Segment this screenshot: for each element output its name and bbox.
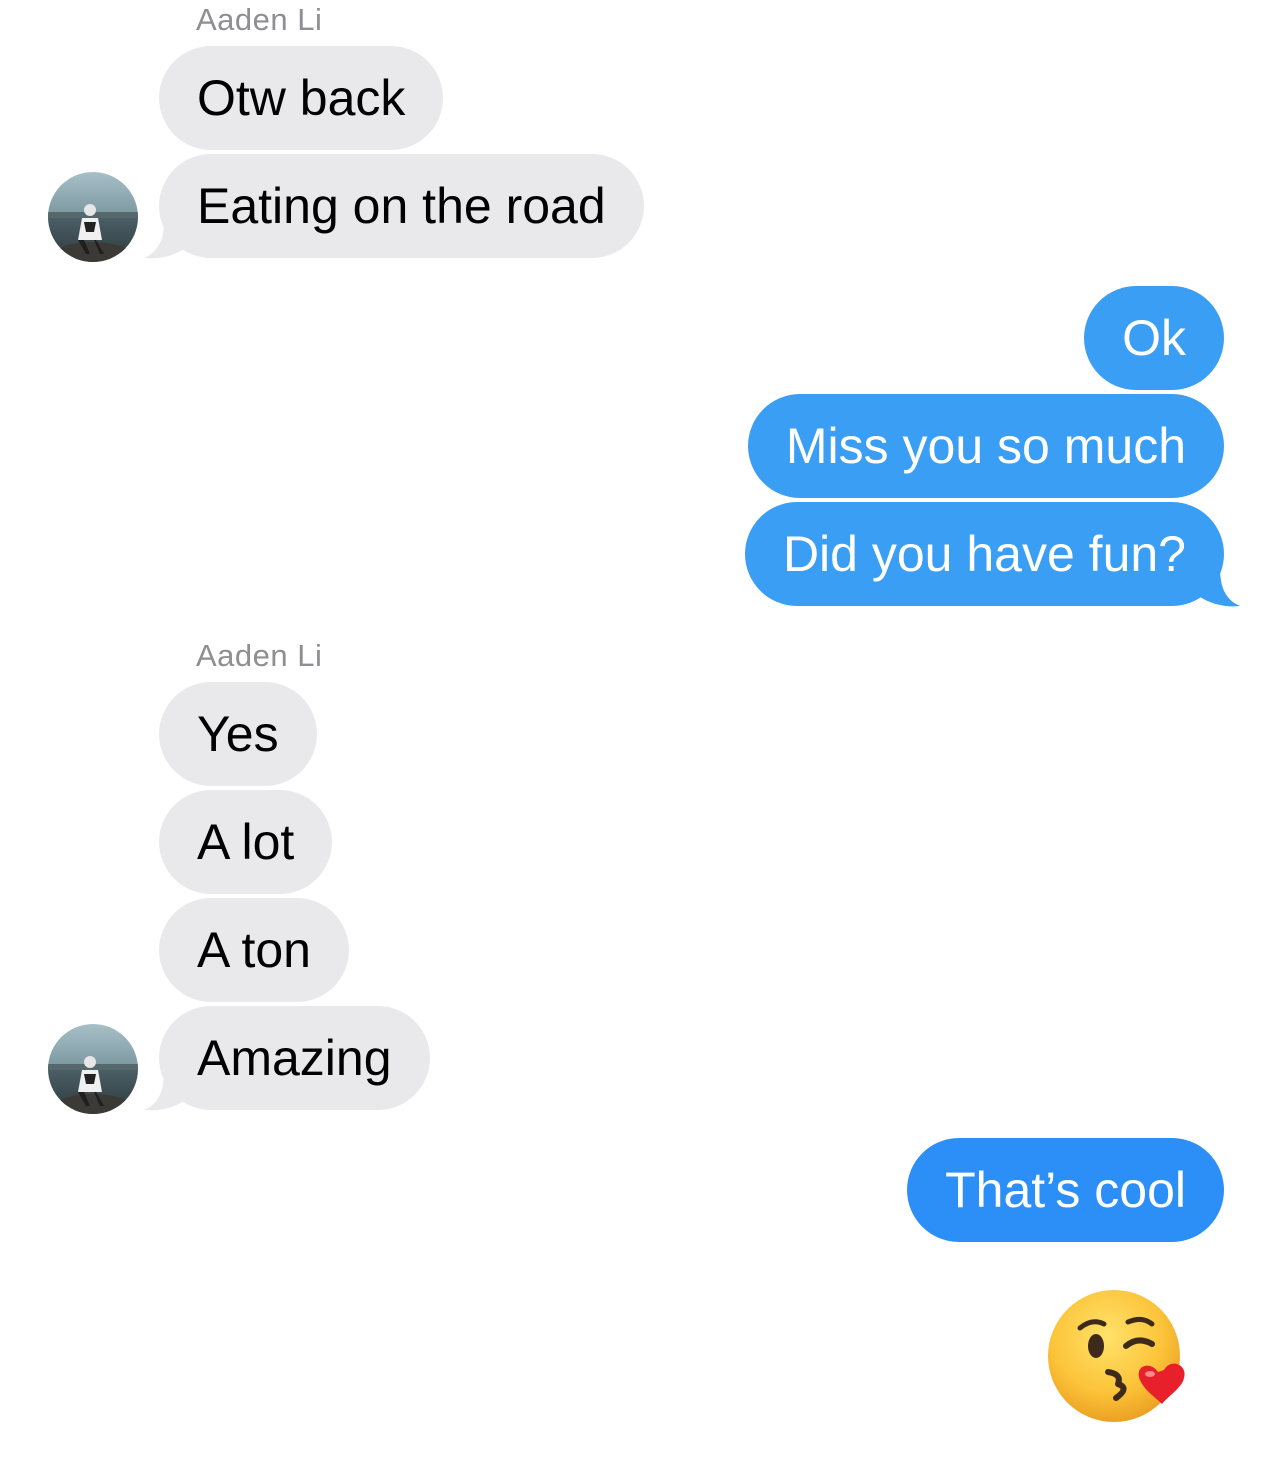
bubble-tail-incoming: [144, 220, 188, 259]
message-bubble-incoming[interactable]: Amazing: [159, 1006, 430, 1110]
message-bubble-incoming[interactable]: Yes: [159, 682, 317, 786]
contact-avatar-icon: [48, 172, 138, 262]
message-bubble-outgoing[interactable]: That’s cool: [907, 1138, 1224, 1242]
message-bubble-incoming[interactable]: Eating on the road: [159, 154, 644, 258]
avatar[interactable]: [48, 1024, 138, 1114]
message-bubble-incoming[interactable]: A ton: [159, 898, 349, 1002]
sender-name: Aaden Li: [196, 2, 323, 37]
sender-name: Aaden Li: [196, 638, 323, 673]
contact-avatar-icon: [48, 1024, 138, 1114]
message-bubble-incoming[interactable]: A lot: [159, 790, 333, 894]
message-bubble-outgoing[interactable]: Ok: [1084, 286, 1224, 390]
message-bubble-outgoing[interactable]: Miss you so much: [747, 394, 1224, 498]
message-bubble-outgoing[interactable]: Did you have fun?: [744, 502, 1224, 606]
avatar[interactable]: [48, 172, 138, 262]
bubble-tail-incoming: [144, 1072, 188, 1111]
bubble-tail-outgoing: [1196, 568, 1240, 607]
kissing-face-emoji-icon[interactable]: [1046, 1288, 1188, 1424]
message-bubble-incoming[interactable]: Otw back: [159, 46, 444, 150]
